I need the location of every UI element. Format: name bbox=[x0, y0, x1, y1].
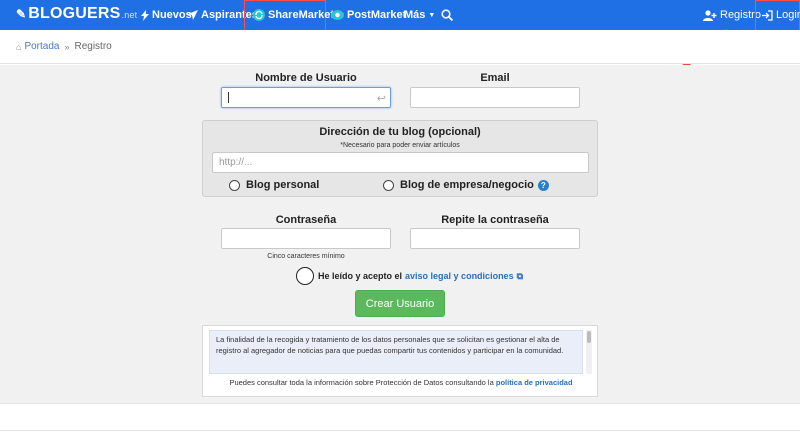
refresh-icon bbox=[253, 9, 265, 21]
home-icon: ⌂ bbox=[16, 41, 22, 52]
nav-item-label: ShareMarket bbox=[268, 9, 335, 21]
email-label: Email bbox=[480, 72, 510, 84]
blog-url-placeholder: http://... bbox=[219, 157, 253, 168]
registration-form: Nombre de Usuario ↩ Email Dirección de t… bbox=[0, 65, 800, 403]
eye-icon bbox=[331, 10, 344, 20]
return-key-icon: ↩ bbox=[376, 93, 386, 105]
scrollbar-thumb[interactable] bbox=[587, 331, 591, 343]
nav-login[interactable]: Login bbox=[762, 0, 800, 30]
brand-name: BLOGUERS bbox=[28, 5, 121, 22]
privacy-text: La finalidad de la recogida y tratamient… bbox=[216, 335, 564, 355]
privacy-footer-text: Puedes consultar toda la información sob… bbox=[229, 378, 494, 387]
privacy-panel: La finalidad de la recogida y tratamient… bbox=[202, 325, 598, 397]
radio-blog-business[interactable]: Blog de empresa/negocio ? bbox=[383, 179, 549, 191]
privacy-text-area[interactable]: La finalidad de la recogida y tratamient… bbox=[209, 330, 583, 374]
breadcrumb-current: Registro bbox=[74, 41, 112, 52]
blog-note: *Necesario para poder enviar artículos bbox=[340, 142, 460, 149]
blog-title: Dirección de tu blog (opcional) bbox=[319, 126, 481, 138]
user-plus-icon bbox=[703, 9, 717, 21]
username-input[interactable]: ↩ bbox=[221, 87, 391, 108]
brand-tld: .net bbox=[121, 10, 138, 20]
breadcrumb-home[interactable]: Portada bbox=[24, 41, 59, 52]
password-hint: Cinco caracteres mínimo bbox=[267, 253, 345, 260]
question-icon[interactable]: ? bbox=[537, 179, 549, 191]
nav-item-label: Más bbox=[404, 9, 426, 21]
password-repeat-input[interactable] bbox=[410, 228, 580, 249]
username-label: Nombre de Usuario bbox=[255, 72, 357, 84]
paper-plane-icon bbox=[188, 10, 198, 20]
privacy-scrollbar[interactable] bbox=[586, 330, 592, 374]
nav-item-nuevos[interactable]: Nuevos bbox=[141, 0, 192, 30]
nav-registro[interactable]: Registro bbox=[703, 0, 761, 30]
email-input[interactable] bbox=[410, 87, 580, 108]
brand-pencil-icon: ✎ bbox=[16, 7, 27, 21]
navbar: ✎ BLOGUERS .net Nuevos Aspirantes ShareM… bbox=[0, 0, 800, 31]
search-icon[interactable] bbox=[441, 0, 453, 30]
nav-item-sharemarket[interactable]: ShareMarket bbox=[253, 0, 334, 30]
breadcrumb-separator-icon: » bbox=[64, 41, 70, 52]
brand-logo[interactable]: ✎ BLOGUERS .net bbox=[16, 5, 137, 23]
footer-divider bbox=[0, 430, 800, 431]
radio-label: Blog de empresa/negocio bbox=[400, 179, 534, 191]
sign-in-icon bbox=[762, 9, 773, 21]
blog-address-panel: Dirección de tu blog (opcional) *Necesar… bbox=[202, 120, 598, 197]
text-caret bbox=[228, 92, 229, 103]
password-input[interactable] bbox=[221, 228, 391, 249]
external-link-icon: ⧉ bbox=[516, 270, 524, 281]
caret-down-icon: ▼ bbox=[428, 11, 436, 19]
accept-terms-row: He leído y acepto el aviso legal y condi… bbox=[296, 267, 523, 285]
radio-circle[interactable] bbox=[383, 179, 394, 191]
page-footer bbox=[0, 403, 800, 436]
privacy-policy-link[interactable]: política de privacidad bbox=[496, 378, 573, 387]
create-user-button[interactable]: Crear Usuario bbox=[355, 290, 445, 317]
accept-text: He leído y acepto el bbox=[318, 271, 403, 281]
accept-terms-radio[interactable] bbox=[296, 267, 314, 285]
bolt-icon bbox=[141, 9, 149, 21]
radio-label: Blog personal bbox=[246, 179, 320, 191]
privacy-footer: Puedes consultar toda la información sob… bbox=[203, 378, 599, 387]
password-repeat-label: Repite la contraseña bbox=[441, 214, 549, 226]
nav-item-label: Nuevos bbox=[152, 9, 192, 21]
terms-link[interactable]: aviso legal y condiciones bbox=[405, 271, 514, 281]
password-label: Contraseña bbox=[275, 214, 337, 226]
nav-item-mas[interactable]: Más ▼ bbox=[404, 0, 435, 30]
nav-login-label: Login bbox=[776, 9, 800, 21]
radio-blog-personal[interactable]: Blog personal bbox=[229, 179, 319, 191]
blog-url-input[interactable]: http://... bbox=[212, 152, 589, 173]
radio-circle[interactable] bbox=[229, 179, 240, 191]
nav-item-postmarket[interactable]: PostMarket bbox=[331, 0, 406, 30]
breadcrumb: ⌂ Portada » Registro bbox=[0, 30, 800, 64]
nav-item-label: PostMarket bbox=[347, 9, 407, 21]
